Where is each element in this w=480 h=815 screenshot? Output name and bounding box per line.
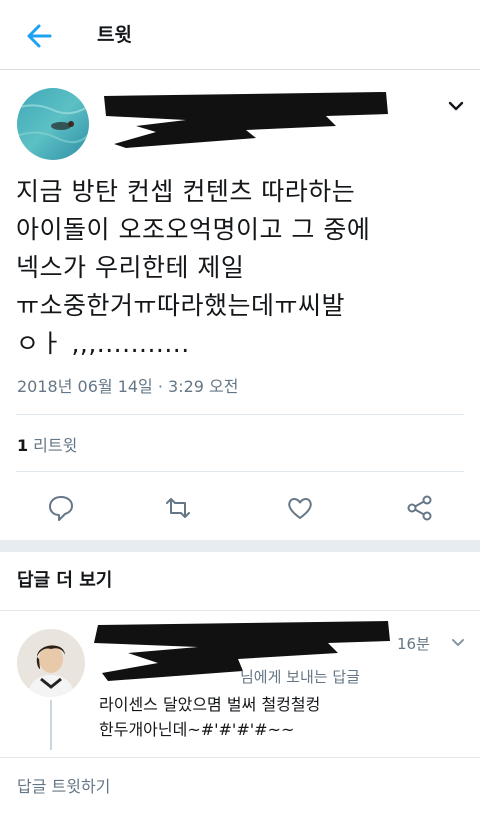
back-arrow-icon[interactable] bbox=[22, 18, 58, 54]
retweet-label: 리트윗 bbox=[33, 436, 78, 455]
speech-bubble-icon[interactable] bbox=[46, 493, 76, 523]
divider bbox=[16, 471, 464, 472]
chevron-down-icon[interactable] bbox=[450, 634, 466, 650]
page-title: 트윗 bbox=[97, 24, 132, 46]
share-nodes-icon[interactable] bbox=[405, 493, 435, 523]
top-bar: 트윗 bbox=[0, 0, 480, 70]
more-replies-heading: 답글 더 보기 bbox=[17, 570, 113, 591]
retweet-count: 1 bbox=[17, 436, 29, 455]
tweet-text: 지금 방탄 컨셉 컨텐츠 따라하는 아이돌이 오조오억명이고 그 중에 넥스가 … bbox=[16, 177, 371, 358]
redaction-mark bbox=[96, 86, 396, 156]
reply-compose-input[interactable]: 답글 트윗하기 bbox=[17, 773, 110, 797]
retweet-arrows-icon[interactable] bbox=[163, 493, 193, 523]
divider bbox=[0, 610, 480, 611]
divider bbox=[16, 414, 464, 415]
thread-line bbox=[50, 700, 52, 750]
reply-avatar[interactable] bbox=[17, 629, 85, 697]
section-gap bbox=[0, 540, 480, 552]
reply-text: 라이센스 달았으몀 벌써 철컹철컹 한두개아닌데~#'#'#'#~~ bbox=[99, 695, 321, 739]
chevron-down-icon[interactable] bbox=[446, 96, 466, 116]
divider bbox=[0, 757, 480, 758]
replying-to-label: 님에게 보내는 답글 bbox=[240, 668, 360, 686]
retweet-stats[interactable]: 1 리트윗 bbox=[17, 432, 77, 456]
heart-icon[interactable] bbox=[285, 493, 315, 523]
reply-time: 16분 bbox=[397, 635, 430, 653]
tweet-timestamp: 2018년 06월 14일 · 3:29 오전 bbox=[17, 377, 239, 396]
author-avatar[interactable] bbox=[17, 88, 89, 160]
